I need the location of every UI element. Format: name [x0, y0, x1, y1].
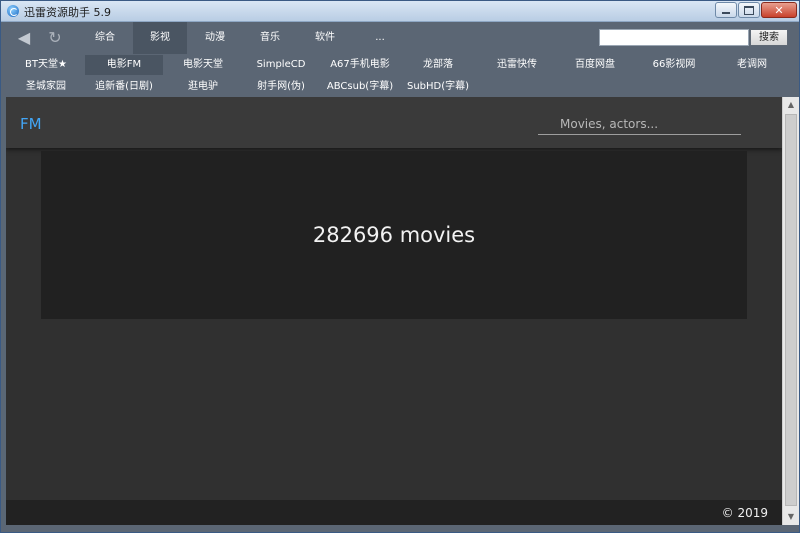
scroll-down-icon[interactable]: ▼ — [783, 509, 799, 525]
site-link[interactable]: 电影天堂 — [164, 55, 242, 75]
maximize-button[interactable] — [738, 2, 760, 18]
minimize-icon — [722, 12, 730, 14]
status-bar — [1, 525, 799, 532]
site-footer: © 2019 — [6, 500, 782, 525]
close-icon: ✕ — [774, 3, 784, 17]
site-link[interactable]: 龙部落 — [399, 55, 477, 75]
site-header: FM — [6, 97, 782, 148]
tab-2[interactable]: 动漫 — [188, 22, 242, 54]
site-link[interactable]: 电影FM — [85, 55, 163, 75]
movie-search-input[interactable] — [538, 113, 741, 135]
tab-3[interactable]: 音乐 — [243, 22, 297, 54]
vertical-scrollbar[interactable]: ▲ ▼ — [782, 97, 799, 525]
site-link[interactable]: 逛电驴 — [164, 77, 242, 97]
title-bar[interactable]: 迅雷资源助手 5.9 ✕ — [1, 1, 799, 22]
site-link[interactable]: A67手机电影 — [321, 55, 399, 75]
app-window: 迅雷资源助手 5.9 ✕ ◀ ↻ 综合 影视 动漫 音乐 软件... 搜索 BT天堂★ 电… — [0, 0, 800, 533]
site-link[interactable]: SubHD(字幕) — [399, 77, 477, 97]
site-link[interactable]: BT天堂★ — [7, 55, 85, 75]
site-link[interactable]: 老调网 — [713, 55, 791, 75]
site-link[interactable]: SimpleCD — [242, 55, 320, 75]
search-input[interactable] — [599, 29, 749, 46]
scrollbar-thumb[interactable] — [785, 114, 797, 506]
close-button[interactable]: ✕ — [761, 2, 797, 18]
site-link[interactable]: ABCsub(字幕) — [321, 77, 399, 97]
app-logo-icon — [7, 5, 19, 17]
site-link[interactable]: 追新番(日剧) — [85, 77, 163, 97]
copyright-text: © 2019 — [721, 506, 768, 520]
window-title: 迅雷资源助手 5.9 — [24, 6, 111, 19]
back-arrow-icon[interactable]: ◀ — [15, 29, 33, 47]
minimize-button[interactable] — [715, 2, 737, 18]
scroll-up-icon[interactable]: ▲ — [783, 97, 799, 113]
site-link[interactable]: 射手网(伪) — [242, 77, 320, 97]
web-content: FM 282696 movies © 2019 — [6, 97, 782, 525]
tab-0[interactable]: 综合 — [78, 22, 132, 54]
maximize-icon — [744, 5, 754, 15]
main-toolbar: ◀ ↻ 综合 影视 动漫 音乐 软件... 搜索 — [1, 22, 799, 54]
tab-4[interactable]: 软件 — [298, 22, 352, 54]
site-logo[interactable]: FM — [20, 115, 42, 133]
refresh-icon[interactable]: ↻ — [46, 29, 64, 47]
movie-count: 282696 movies — [312, 223, 476, 247]
tab-1[interactable]: 影视 — [133, 22, 187, 54]
site-link[interactable]: 迅雷快传 — [478, 55, 556, 75]
search-button[interactable]: 搜索 — [750, 29, 788, 46]
site-link[interactable]: 66影视网 — [635, 55, 713, 75]
site-link[interactable]: 百度网盘 — [556, 55, 634, 75]
hero-banner: 282696 movies — [41, 151, 747, 319]
tab-5[interactable]: ... — [353, 22, 407, 54]
site-links: BT天堂★ 电影FM 电影天堂 SimpleCD A67手机电影 龙部落 迅雷快传 百度网盘 6… — [1, 54, 799, 97]
site-link[interactable]: 圣城家园 — [7, 77, 85, 97]
